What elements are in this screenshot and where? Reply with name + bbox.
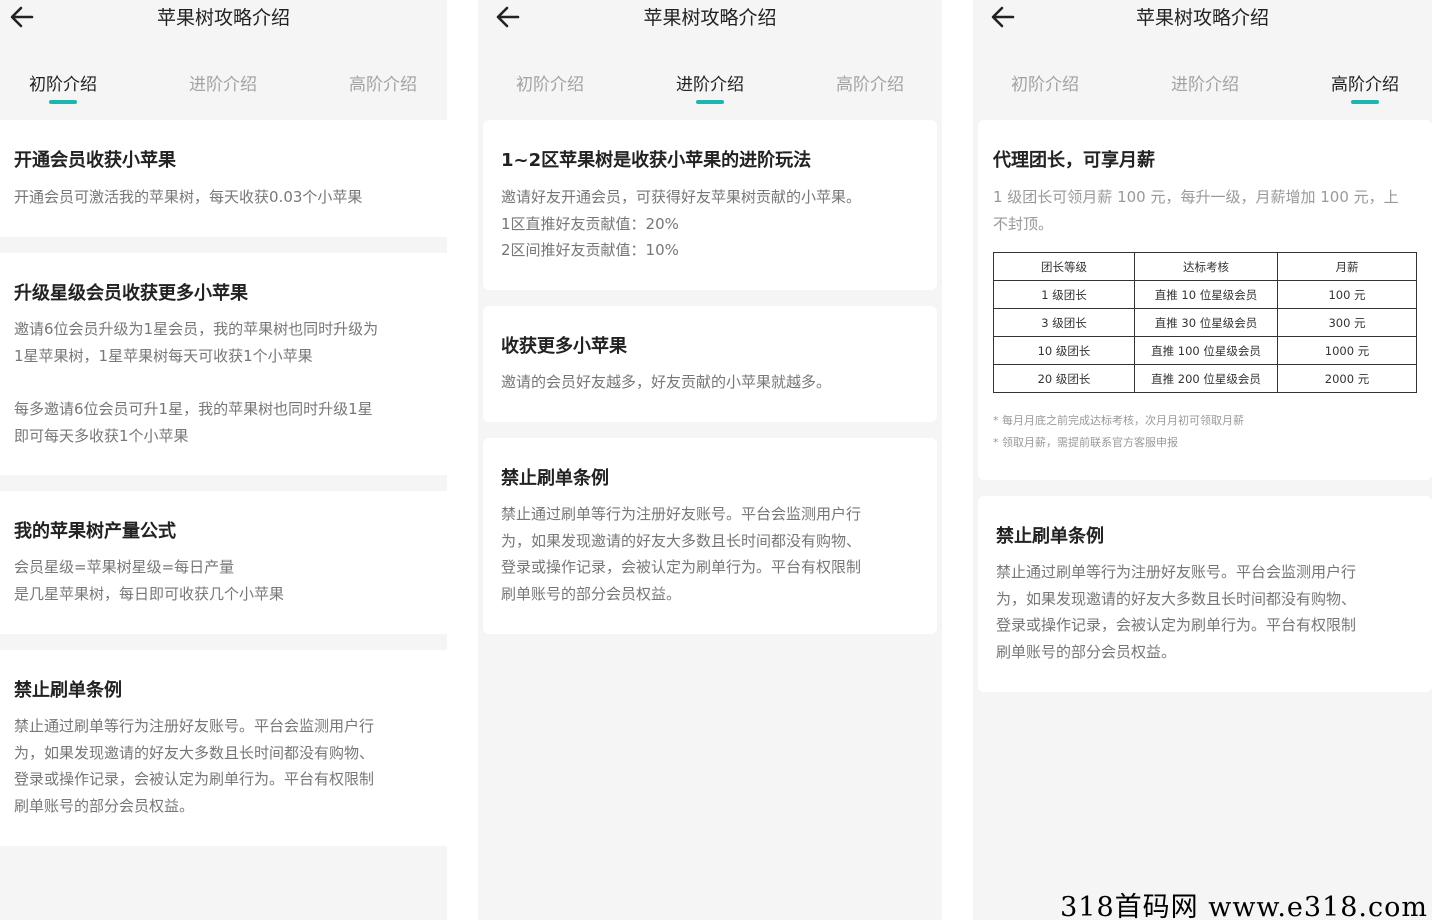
card-upgrade-star: 升级星级会员收获更多小苹果 邀请6位会员升级为1星会员，我的苹果树也同时升级为 … xyxy=(0,253,447,475)
card-text: 邀请的会员好友越多，好友贡献的小苹果就越多。 xyxy=(501,373,832,391)
tab-beginner[interactable]: 初阶介绍 xyxy=(490,70,610,95)
screen-beginner: 苹果树攻略介绍 初阶介绍 进阶介绍 高阶介绍 开通会员收获小苹果 开通会员可激活… xyxy=(0,0,447,920)
header: 苹果树攻略介绍 初阶介绍 进阶介绍 高阶介绍 xyxy=(478,0,942,120)
card-team-leader: 代理团长，可享月薪 1 级团长可领月薪 100 元，每升一级，月薪增加 100 … xyxy=(978,120,1432,480)
card-title: 我的苹果树产量公式 xyxy=(14,521,176,542)
card-zone-trees: 1~2区苹果树是收获小苹果的进阶玩法 邀请好友开通会员，可获得好友苹果树贡献的小… xyxy=(483,120,937,290)
card-text: 会员星级=苹果树星级=每日产量 是几星苹果树，每日即可收获几个小苹果 xyxy=(14,558,285,603)
table-cell: 2000 元 xyxy=(1277,364,1417,393)
tab-beginner[interactable]: 初阶介绍 xyxy=(3,70,123,104)
card-title: 收获更多小苹果 xyxy=(501,336,627,357)
card-text: 1 级团长可领月薪 100 元，每升一级，月薪增加 100 元，上 不封顶。 xyxy=(993,188,1399,233)
card-text: 邀请好友开通会员，可获得好友苹果树贡献的小苹果。 1区直推好友贡献值：20% 2… xyxy=(501,188,862,259)
table-cell: 100 元 xyxy=(1277,280,1417,309)
table-cell: 直推 30 位星级会员 xyxy=(1134,308,1278,337)
card-title: 升级星级会员收获更多小苹果 xyxy=(14,283,248,304)
card-text: 禁止通过刷单等行为注册好友账号。平台会监测用户行 为，如果发现邀请的好友大多数且… xyxy=(501,505,862,603)
watermark: 318首码网 www.e318.com xyxy=(1060,892,1428,923)
header: 苹果树攻略介绍 初阶介绍 进阶介绍 高阶介绍 xyxy=(973,0,1432,120)
active-tab-indicator xyxy=(1351,100,1379,104)
table-cell: 直推 100 位星级会员 xyxy=(1134,336,1278,365)
active-tab-indicator xyxy=(696,100,724,104)
card-text: 邀请6位会员升级为1星会员，我的苹果树也同时升级为 1星苹果树，1星苹果树每天可… xyxy=(14,320,379,365)
card-anti-fraud: 禁止刷单条例 禁止通过刷单等行为注册好友账号。平台会监测用户行 为，如果发现邀请… xyxy=(978,496,1432,692)
back-arrow-icon[interactable] xyxy=(8,2,36,30)
leader-salary-table: 团长等级 达标考核 月薪 1 级团长 直推 10 位星级会员 100 元 3 级… xyxy=(993,252,1417,393)
table-cell: 1000 元 xyxy=(1277,336,1417,365)
card-title: 1~2区苹果树是收获小苹果的进阶玩法 xyxy=(501,150,812,171)
tab-advanced[interactable]: 进阶介绍 xyxy=(650,70,770,104)
footnote: * 领取月薪，需提前联系官方客服申报 xyxy=(993,436,1178,449)
table-cell: 直推 200 位星级会员 xyxy=(1134,364,1278,393)
tab-expert[interactable]: 高阶介绍 xyxy=(1305,70,1425,104)
table-cell: 3 级团长 xyxy=(993,308,1135,337)
header: 苹果树攻略介绍 初阶介绍 进阶介绍 高阶介绍 xyxy=(0,0,447,120)
card-open-membership: 开通会员收获小苹果 开通会员可激活我的苹果树，每天收获0.03个小苹果 xyxy=(0,120,447,237)
back-arrow-icon[interactable] xyxy=(494,2,522,30)
table-header-row: 团长等级 达标考核 月薪 xyxy=(993,252,1417,281)
card-text: 开通会员可激活我的苹果树，每天收获0.03个小苹果 xyxy=(14,188,363,206)
table-cell: 20 级团长 xyxy=(993,364,1135,393)
card-title: 禁止刷单条例 xyxy=(501,468,609,489)
table-row: 1 级团长 直推 10 位星级会员 100 元 xyxy=(993,280,1417,309)
back-arrow-icon[interactable] xyxy=(989,2,1017,30)
table-row: 20 级团长 直推 200 位星级会员 2000 元 xyxy=(993,364,1417,393)
table-cell: 300 元 xyxy=(1277,308,1417,337)
page-title: 苹果树攻略介绍 xyxy=(156,7,290,29)
footnote: * 每月月底之前完成达标考核，次月月初可领取月薪 xyxy=(993,414,1244,427)
column-header: 团长等级 xyxy=(993,252,1135,281)
tab-advanced[interactable]: 进阶介绍 xyxy=(1145,70,1265,95)
card-more-apples: 收获更多小苹果 邀请的会员好友越多，好友贡献的小苹果就越多。 xyxy=(483,306,937,422)
table-row: 10 级团长 直推 100 位星级会员 1000 元 xyxy=(993,336,1417,365)
card-text: 每多邀请6位会员可升1星，我的苹果树也同时升级1星 即可每天多收获1个小苹果 xyxy=(14,400,373,445)
tab-expert[interactable]: 高阶介绍 xyxy=(810,70,930,95)
active-tab-indicator xyxy=(49,100,77,104)
tab-beginner[interactable]: 初阶介绍 xyxy=(985,70,1105,95)
tab-bar: 初阶介绍 进阶介绍 高阶介绍 xyxy=(478,60,942,110)
table-cell: 10 级团长 xyxy=(993,336,1135,365)
card-yield-formula: 我的苹果树产量公式 会员星级=苹果树星级=每日产量 是几星苹果树，每日即可收获几… xyxy=(0,491,447,634)
card-title: 禁止刷单条例 xyxy=(14,680,122,701)
card-title: 开通会员收获小苹果 xyxy=(14,150,176,171)
card-anti-fraud: 禁止刷单条例 禁止通过刷单等行为注册好友账号。平台会监测用户行 为，如果发现邀请… xyxy=(483,438,937,634)
table-cell: 1 级团长 xyxy=(993,280,1135,309)
tab-bar: 初阶介绍 进阶介绍 高阶介绍 xyxy=(973,60,1432,110)
page-title: 苹果树攻略介绍 xyxy=(643,7,777,29)
card-title: 代理团长，可享月薪 xyxy=(993,150,1155,171)
card-title: 禁止刷单条例 xyxy=(996,526,1104,547)
page-title: 苹果树攻略介绍 xyxy=(1135,7,1269,29)
table-row: 3 级团长 直推 30 位星级会员 300 元 xyxy=(993,308,1417,337)
column-header: 月薪 xyxy=(1277,252,1417,281)
tab-advanced[interactable]: 进阶介绍 xyxy=(163,70,283,95)
card-text: 禁止通过刷单等行为注册好友账号。平台会监测用户行 为，如果发现邀请的好友大多数且… xyxy=(996,563,1357,661)
tab-expert[interactable]: 高阶介绍 xyxy=(323,70,443,95)
card-text: 禁止通过刷单等行为注册好友账号。平台会监测用户行 为，如果发现邀请的好友大多数且… xyxy=(14,717,375,815)
card-anti-fraud: 禁止刷单条例 禁止通过刷单等行为注册好友账号。平台会监测用户行 为，如果发现邀请… xyxy=(0,650,447,846)
table-cell: 直推 10 位星级会员 xyxy=(1134,280,1278,309)
column-header: 达标考核 xyxy=(1134,252,1278,281)
screen-advanced: 苹果树攻略介绍 初阶介绍 进阶介绍 高阶介绍 1~2区苹果树是收获小苹果的进阶玩… xyxy=(478,0,942,920)
screen-expert: 苹果树攻略介绍 初阶介绍 进阶介绍 高阶介绍 代理团长，可享月薪 1 级团长可领… xyxy=(973,0,1432,920)
tab-bar: 初阶介绍 进阶介绍 高阶介绍 xyxy=(0,60,447,110)
